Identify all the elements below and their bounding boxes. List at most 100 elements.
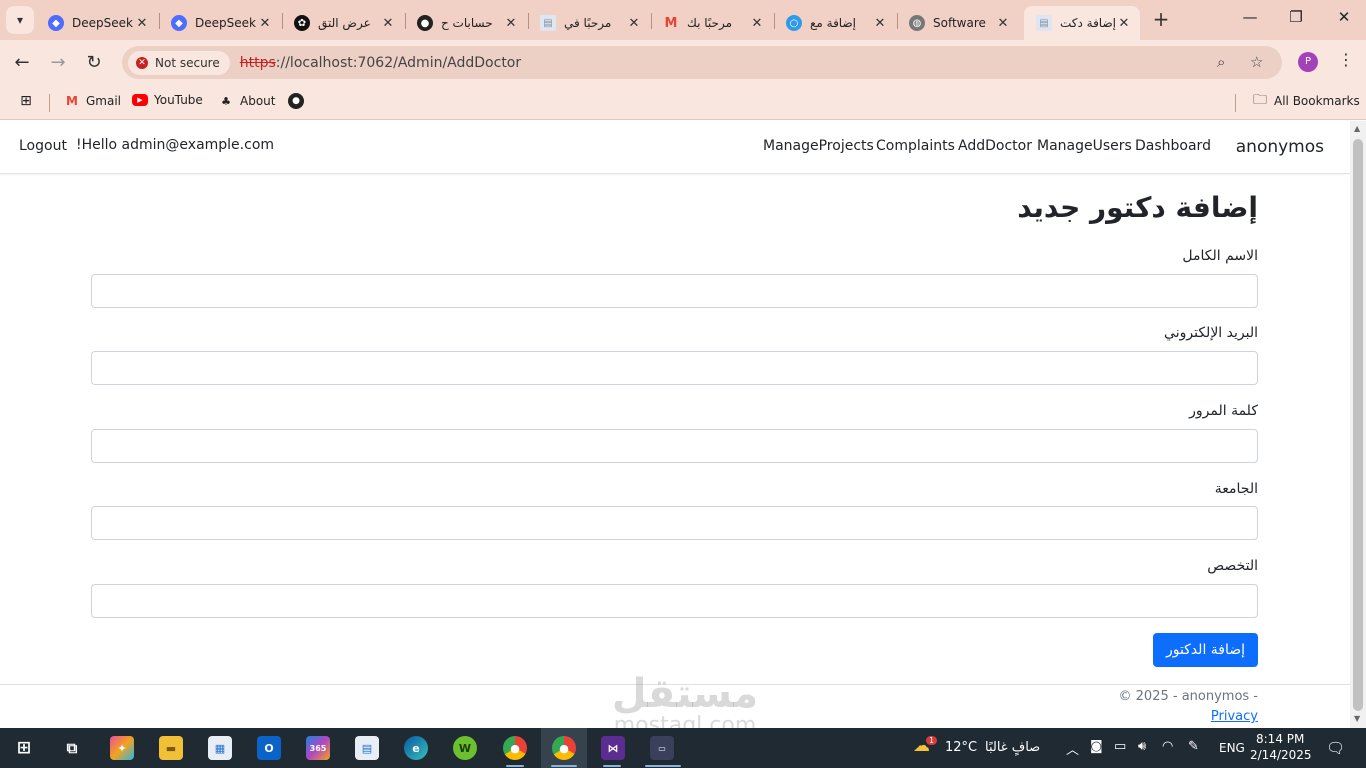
- bookmark-github[interactable]: ●: [288, 93, 310, 109]
- nav-link-complaints[interactable]: Complaints: [876, 138, 955, 154]
- notification-icon[interactable]: 🗨︎: [1326, 739, 1345, 757]
- edge-icon[interactable]: e: [404, 736, 428, 760]
- circle-app-icon: ○: [786, 15, 802, 31]
- nav-link-manageprojects[interactable]: ManageProjects: [763, 138, 874, 154]
- url-text[interactable]: https://localhost:7062/Admin/AddDoctor: [240, 55, 521, 71]
- zoom-icon[interactable]: ⌕: [1217, 53, 1225, 71]
- restore-button[interactable]: ❐: [1276, 8, 1316, 26]
- close-icon[interactable]: ✕: [1116, 16, 1132, 31]
- browser-tab-4[interactable]: ● حسابات ح ✕: [405, 6, 527, 40]
- wifi-icon[interactable]: ◠: [1162, 739, 1173, 754]
- document-icon: ▤: [1036, 15, 1052, 31]
- browser-tab-3[interactable]: ✿ عرض التق ✕: [282, 6, 404, 40]
- menu-icon[interactable]: ⋮: [1338, 50, 1354, 69]
- pen-icon[interactable]: ✎: [1188, 739, 1199, 754]
- new-tab-button[interactable]: +: [1150, 8, 1172, 30]
- terminal-app-icon[interactable]: ▭: [650, 736, 674, 760]
- tab-search-button[interactable]: ▾: [6, 6, 34, 34]
- close-icon[interactable]: ✕: [503, 16, 519, 31]
- chevron-down-icon: ▾: [16, 13, 24, 27]
- arrow-left-icon: ←: [14, 52, 30, 73]
- back-button[interactable]: ←: [10, 51, 34, 75]
- email-input[interactable]: [91, 351, 1258, 385]
- close-icon[interactable]: ✕: [626, 16, 642, 31]
- tab-title: مرحبًا في: [564, 16, 612, 30]
- apps-button[interactable]: ⊞: [18, 93, 40, 109]
- fullname-label: الاسم الكامل: [1182, 248, 1258, 264]
- windows-taskbar: ⊞ ⧉ ✦ ▬ ▦ O 365 ▤ e W ● ● ⋈ ▭ ☁ 1 12°C ص…: [0, 728, 1366, 768]
- browser-tab-8[interactable]: ◍ Software ✕: [897, 6, 1019, 40]
- nav-link-manageusers[interactable]: ManageUsers: [1037, 138, 1132, 154]
- bookmark-divider: [1235, 94, 1236, 112]
- browser-tab-6[interactable]: M مرحبًا بك ✕: [651, 6, 773, 40]
- email-label: البريد الإلكتروني: [1164, 325, 1258, 341]
- camera-icon[interactable]: ◙: [1090, 739, 1103, 754]
- gmail-icon: M: [66, 94, 78, 108]
- brand-logo[interactable]: anonymos: [1236, 137, 1324, 157]
- browser-tab-5[interactable]: ▤ مرحبًا في ✕: [528, 6, 650, 40]
- chrome-icon[interactable]: ●: [503, 736, 527, 760]
- address-bar[interactable]: ✕ Not secure https://localhost:7062/Admi…: [122, 46, 1282, 79]
- bookmark-youtube[interactable]: ▶ YouTube: [132, 93, 203, 107]
- scroll-down-icon[interactable]: ▼: [1354, 714, 1360, 723]
- visual-studio-icon[interactable]: ⋈: [601, 736, 625, 760]
- browser-tab-1[interactable]: ◆ DeepSeek ✕: [36, 6, 158, 40]
- m365-icon[interactable]: 365: [306, 736, 330, 760]
- close-icon[interactable]: ✕: [995, 16, 1011, 31]
- windows-start-icon[interactable]: ⊞: [12, 736, 36, 760]
- browser-tab-9-active[interactable]: ▤ إضافة دكت ✕: [1024, 6, 1140, 40]
- password-label: كلمة المرور: [1189, 403, 1258, 419]
- fullname-input[interactable]: [91, 274, 1258, 308]
- file-explorer-icon[interactable]: ▬: [159, 736, 183, 760]
- close-icon[interactable]: ✕: [380, 16, 396, 31]
- bookmark-about[interactable]: ♣ About: [218, 93, 275, 109]
- browser-tab-7[interactable]: ○ إضافة مع ✕: [774, 6, 896, 40]
- university-input[interactable]: [91, 506, 1258, 540]
- apps-grid-icon: ⊞: [20, 93, 32, 109]
- close-window-button[interactable]: ✕: [1324, 8, 1364, 26]
- news-app-icon[interactable]: ▤: [355, 736, 379, 760]
- clock-date[interactable]: 2/14/2025: [1250, 748, 1312, 762]
- specialty-input[interactable]: [91, 584, 1258, 618]
- privacy-link[interactable]: Privacy: [1211, 709, 1258, 724]
- bookmark-gmail[interactable]: M Gmail: [64, 93, 121, 109]
- webroot-icon[interactable]: W: [453, 736, 477, 760]
- minimize-button[interactable]: —: [1230, 8, 1270, 26]
- reload-button[interactable]: ↻: [82, 51, 106, 75]
- all-bookmarks-button[interactable]: 🗀 All Bookmarks: [1252, 92, 1360, 109]
- microsoft-store-icon[interactable]: ▦: [208, 736, 232, 760]
- forward-button[interactable]: →: [46, 51, 70, 75]
- copilot-icon[interactable]: ✦: [110, 736, 134, 760]
- page-scrollbar[interactable]: ▲ ▼: [1350, 121, 1366, 728]
- profile-avatar[interactable]: P: [1298, 52, 1318, 72]
- logout-link[interactable]: Logout: [19, 138, 67, 154]
- add-doctor-button[interactable]: إضافة الدكتور: [1153, 633, 1258, 667]
- battery-icon[interactable]: ▭: [1114, 739, 1126, 754]
- nav-link-adddoctor[interactable]: AddDoctor: [958, 138, 1032, 154]
- scrollbar-thumb[interactable]: [1353, 139, 1363, 711]
- weather-badge: 1: [926, 736, 938, 745]
- security-chip[interactable]: ✕ Not secure: [128, 50, 230, 75]
- close-icon[interactable]: ✕: [749, 16, 765, 31]
- browser-tab-2[interactable]: ◆ DeepSeek ✕: [159, 6, 281, 40]
- chevron-up-icon[interactable]: ︿: [1066, 739, 1079, 758]
- star-icon[interactable]: ☆: [1250, 53, 1263, 71]
- language-indicator[interactable]: ENG: [1219, 741, 1245, 755]
- chrome-profile-icon[interactable]: ●: [552, 736, 576, 760]
- bookmark-label: Gmail: [86, 94, 122, 108]
- copyright-text: © 2025 - anonymos -: [1118, 689, 1258, 704]
- weather-temperature[interactable]: 12°C: [945, 740, 977, 755]
- task-view-icon[interactable]: ⧉: [60, 736, 84, 760]
- restore-icon: ❐: [1289, 8, 1303, 26]
- scroll-up-icon[interactable]: ▲: [1354, 124, 1360, 133]
- tab-title: عرض التق: [318, 16, 371, 30]
- clock-time[interactable]: 8:14 PM: [1256, 732, 1304, 746]
- weather-description[interactable]: صافٍ غالبًا: [985, 740, 1040, 755]
- close-icon[interactable]: ✕: [872, 16, 888, 31]
- volume-icon[interactable]: 🔊︎: [1138, 739, 1146, 754]
- password-input[interactable]: [91, 429, 1258, 463]
- close-icon[interactable]: ✕: [257, 16, 273, 31]
- close-icon[interactable]: ✕: [134, 16, 150, 31]
- nav-link-dashboard[interactable]: Dashboard: [1135, 138, 1211, 154]
- outlook-icon[interactable]: O: [257, 736, 281, 760]
